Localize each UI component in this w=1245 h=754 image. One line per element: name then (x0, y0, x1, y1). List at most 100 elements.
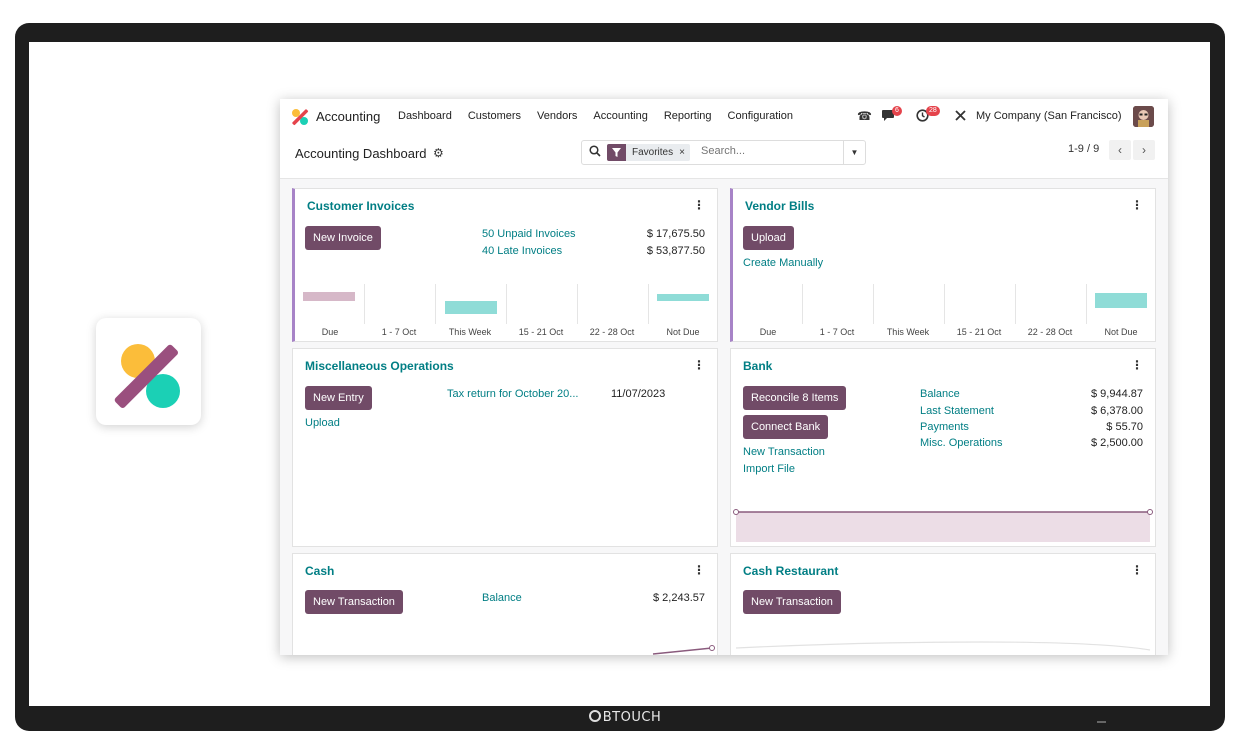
graph-gridline (506, 284, 507, 324)
graph-bar-not-due[interactable] (1095, 293, 1147, 308)
graph-label-due: Due (321, 327, 339, 337)
cash-restaurant-title[interactable]: Cash Restaurant (743, 564, 838, 578)
cash-new-transaction-button[interactable]: New Transaction (305, 590, 403, 614)
bank-balance-graph[interactable] (731, 504, 1155, 544)
search-input[interactable] (701, 145, 831, 157)
cash-balance-link[interactable]: Balance (482, 592, 522, 604)
upload-link[interactable]: Upload (305, 417, 340, 429)
cash-restaurant-new-transaction-button[interactable]: New Transaction (743, 590, 841, 614)
cash-restaurant-card: Cash Restaurant ⋮ New Transaction (730, 553, 1156, 655)
cash-title[interactable]: Cash (305, 564, 334, 578)
menu-reporting[interactable]: Reporting (664, 110, 712, 122)
menu-accounting[interactable]: Accounting (593, 110, 647, 122)
new-invoice-button[interactable]: New Invoice (305, 226, 381, 250)
remove-facet-icon[interactable]: × (679, 147, 690, 158)
bank-balance-link[interactable]: Balance (920, 388, 960, 400)
late-invoices-amount: $ 53,877.50 (646, 245, 705, 257)
unpaid-invoices-link[interactable]: 50 Unpaid Invoices (482, 228, 576, 240)
upload-bill-button[interactable]: Upload (743, 226, 794, 250)
chevron-left-icon: ‹ (1118, 143, 1122, 157)
app-name[interactable]: Accounting (316, 109, 380, 124)
odoo-window: Accounting Dashboard Customers Vendors A… (280, 99, 1168, 655)
search-bar: Favorites × ▼ (581, 140, 866, 165)
accounting-logo-icon (114, 344, 180, 408)
graph-gridline (364, 284, 365, 324)
menu-vendors[interactable]: Vendors (537, 110, 577, 122)
debug-tools-icon[interactable] (954, 109, 967, 125)
pager-value[interactable]: 1-9 / 9 (1068, 143, 1099, 155)
graph-label-not-due: Not Due (666, 327, 700, 337)
misc-operations-title[interactable]: Miscellaneous Operations (305, 359, 454, 373)
cash-card: Cash ⋮ New Transaction Balance $ 2,243.5… (292, 553, 718, 655)
graph-label-22-28: 22 - 28 Oct (589, 327, 635, 337)
cash-balance-graph[interactable] (293, 642, 717, 655)
tax-return-date: 11/07/2023 (611, 388, 666, 400)
graph-label-1-7: 1 - 7 Oct (819, 327, 855, 337)
activities-badge: 28 (926, 106, 940, 116)
kebab-menu-icon[interactable]: ⋮ (693, 198, 705, 212)
dashboard-content: Customer Invoices ⋮ New Invoice 50 Unpai… (280, 179, 1168, 655)
tax-return-entry-link[interactable]: Tax return for October 20... (447, 388, 578, 400)
company-switcher[interactable]: My Company (San Francisco) (976, 110, 1122, 122)
kebab-menu-icon[interactable]: ⋮ (1131, 358, 1143, 372)
messages-badge: 6 (892, 106, 902, 116)
vendor-bills-title[interactable]: Vendor Bills (745, 199, 814, 213)
kebab-menu-icon[interactable]: ⋮ (693, 563, 705, 577)
misc-operations-link[interactable]: Misc. Operations (920, 437, 1003, 449)
late-invoices-link[interactable]: 40 Late Invoices (482, 245, 562, 257)
user-avatar[interactable] (1133, 106, 1154, 127)
bank-title[interactable]: Bank (743, 359, 772, 373)
graph-bar-this-week[interactable] (445, 301, 497, 314)
payments-link[interactable]: Payments (920, 421, 969, 433)
graph-label-this-week: This Week (448, 327, 492, 337)
graph-label-due: Due (759, 327, 777, 337)
search-icon[interactable] (589, 145, 601, 160)
page-title: Accounting Dashboard (295, 146, 427, 161)
create-manually-link[interactable]: Create Manually (743, 257, 823, 269)
pager-next[interactable]: › (1133, 140, 1155, 160)
main-menu: Dashboard Customers Vendors Accounting R… (398, 110, 809, 122)
new-transaction-link[interactable]: New Transaction (743, 446, 825, 458)
graph-gridline (577, 284, 578, 324)
power-led (1097, 721, 1106, 723)
kebab-menu-icon[interactable]: ⋮ (1131, 563, 1143, 577)
accounting-app-icon (96, 318, 201, 425)
bank-card: Bank ⋮ Reconcile 8 Items Connect Bank Ne… (730, 348, 1156, 547)
kebab-menu-icon[interactable]: ⋮ (693, 358, 705, 372)
phone-icon[interactable]: ☎ (857, 109, 872, 123)
import-file-link[interactable]: Import File (743, 463, 795, 475)
cash-restaurant-graph[interactable] (731, 636, 1155, 655)
connect-bank-button[interactable]: Connect Bank (743, 415, 829, 439)
menu-customers[interactable]: Customers (468, 110, 521, 122)
menu-dashboard[interactable]: Dashboard (398, 110, 452, 122)
graph-gridline (802, 284, 803, 324)
graph-label-15-21: 15 - 21 Oct (518, 327, 564, 337)
menu-configuration[interactable]: Configuration (728, 110, 793, 122)
graph-bar-due[interactable] (303, 292, 355, 301)
kebab-menu-icon[interactable]: ⋮ (1131, 198, 1143, 212)
last-statement-amount: $ 6,378.00 (1091, 405, 1143, 417)
graph-label-not-due: Not Due (1104, 327, 1138, 337)
graph-gridline (435, 284, 436, 324)
favorites-facet: Favorites × (607, 144, 690, 161)
customer-invoices-title[interactable]: Customer Invoices (307, 199, 414, 213)
new-entry-button[interactable]: New Entry (305, 386, 372, 410)
misc-operations-amount: $ 2,500.00 (1091, 437, 1143, 449)
accounting-app-logo-icon[interactable] (291, 108, 309, 126)
pager-previous[interactable]: ‹ (1109, 140, 1131, 160)
last-statement-link[interactable]: Last Statement (920, 405, 994, 417)
reconcile-items-button[interactable]: Reconcile 8 Items (743, 386, 847, 410)
monitor-brand: BTOUCH (570, 710, 680, 725)
graph-label-22-28: 22 - 28 Oct (1027, 327, 1073, 337)
payments-amount: $ 55.70 (1106, 421, 1143, 433)
gear-icon[interactable]: ⚙ (433, 146, 444, 160)
search-options-toggle[interactable]: ▼ (843, 141, 865, 164)
vendor-bills-card: Vendor Bills ⋮ Upload Create Manually Du… (730, 188, 1156, 342)
graph-gridline (1086, 284, 1087, 324)
graph-bar-not-due[interactable] (657, 294, 709, 301)
graph-label-this-week: This Week (886, 327, 930, 337)
graph-gridline (1015, 284, 1016, 324)
brand-logo-icon (588, 710, 601, 722)
customer-invoices-card: Customer Invoices ⋮ New Invoice 50 Unpai… (292, 188, 718, 342)
graph-gridline (944, 284, 945, 324)
